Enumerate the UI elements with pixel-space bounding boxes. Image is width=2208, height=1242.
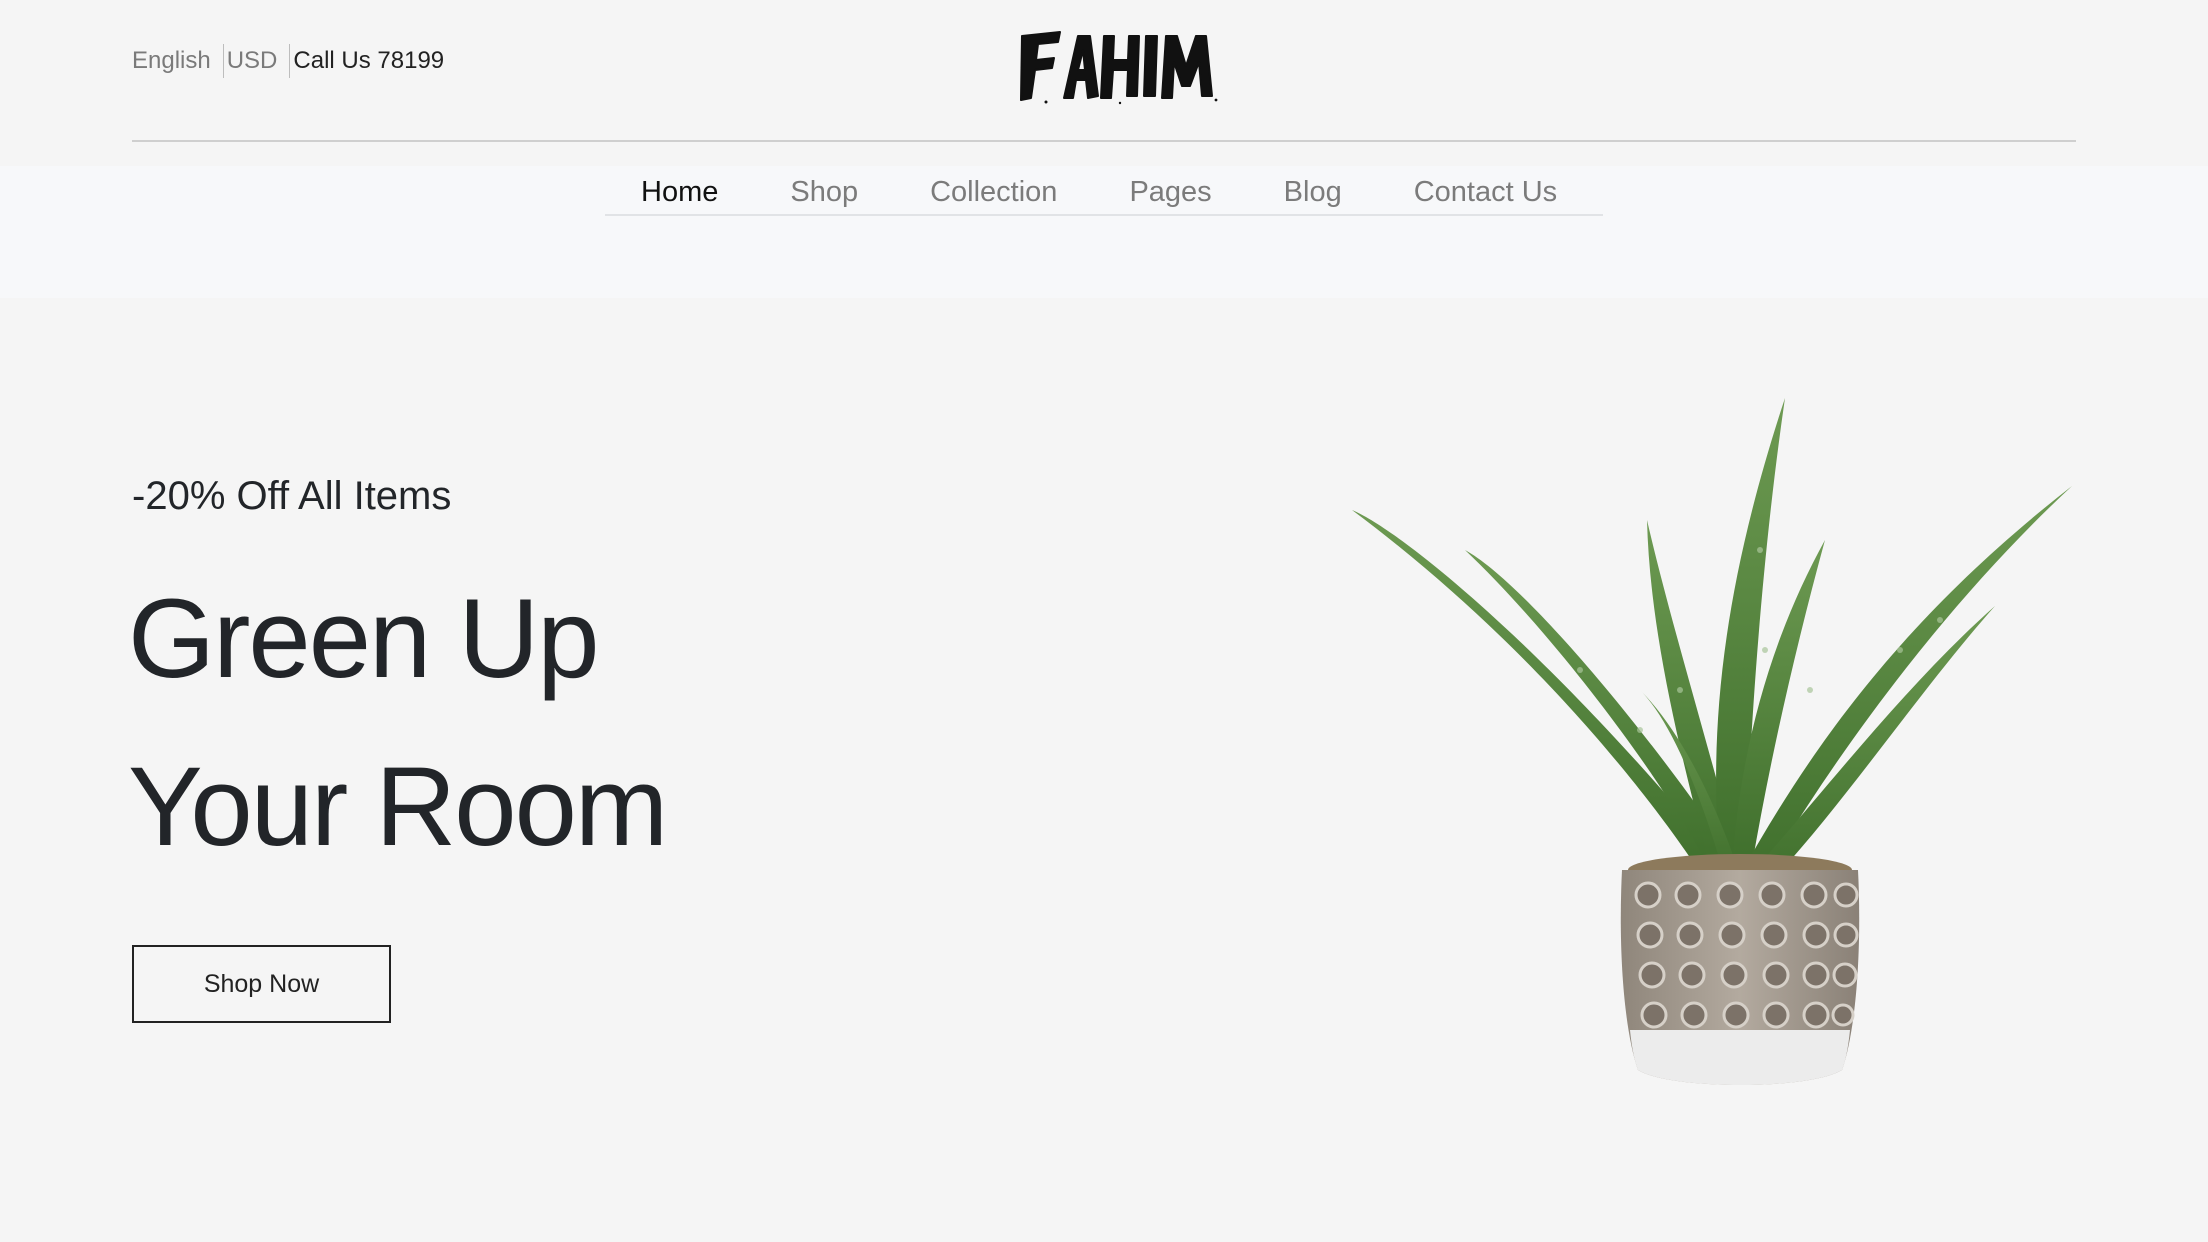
divider bbox=[222, 44, 224, 78]
currency-selector[interactable]: USD bbox=[227, 44, 278, 78]
top-bar-utilities: English USD Call Us 78199 bbox=[132, 44, 444, 78]
nav-item-pages[interactable]: Pages bbox=[1129, 172, 1211, 212]
nav-items: Home Shop Collection Pages Blog Contact … bbox=[605, 172, 1603, 212]
shop-now-button[interactable]: Shop Now bbox=[132, 945, 391, 1023]
logo-wordmark bbox=[1020, 31, 1218, 105]
aloe-plant-image bbox=[1352, 398, 2072, 1085]
headline-line-2: Your Room bbox=[128, 744, 668, 869]
call-us-text: Call Us 78199 bbox=[293, 47, 445, 74]
headline-line-1: Green Up bbox=[128, 576, 600, 701]
nav-item-collection[interactable]: Collection bbox=[930, 172, 1057, 212]
nav-item-home[interactable]: Home bbox=[641, 172, 718, 212]
hero-headline: Green Up Your Room bbox=[128, 555, 668, 891]
nav-item-contact-us[interactable]: Contact Us bbox=[1414, 172, 1557, 212]
language-selector[interactable]: English bbox=[132, 44, 211, 78]
nav-bar: Home Shop Collection Pages Blog Contact … bbox=[605, 176, 1603, 216]
promo-text: -20% Off All Items bbox=[132, 474, 452, 518]
nav-item-blog[interactable]: Blog bbox=[1284, 172, 1342, 212]
divider bbox=[289, 44, 291, 78]
site-logo[interactable] bbox=[1016, 28, 1228, 106]
nav-item-shop[interactable]: Shop bbox=[790, 172, 858, 212]
main-navigation: Home Shop Collection Pages Blog Contact … bbox=[0, 166, 2208, 298]
page: English USD Call Us 78199 Home Shop Coll… bbox=[0, 0, 2208, 1242]
top-bar: English USD Call Us 78199 bbox=[132, 0, 2076, 142]
hero-plant-image bbox=[1340, 390, 2080, 1100]
